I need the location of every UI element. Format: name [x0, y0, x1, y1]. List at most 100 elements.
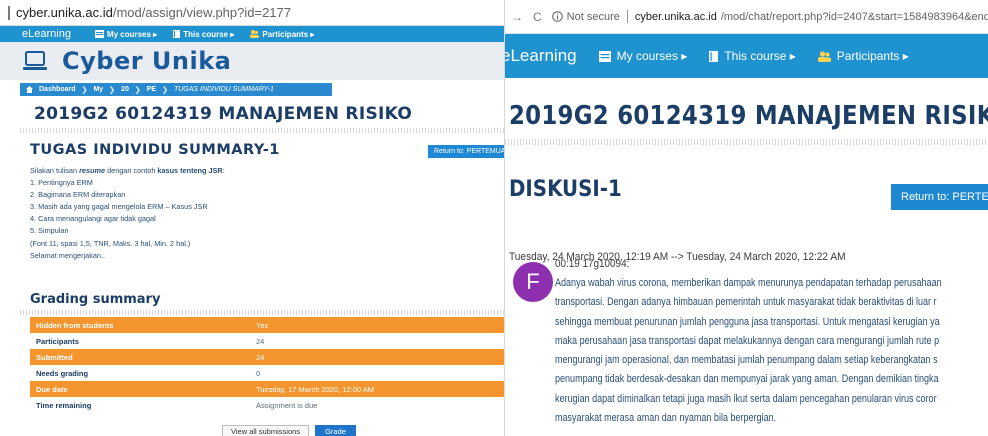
- table-row: Time remaining Assignment is due: [30, 397, 504, 413]
- row-key: Submitted: [30, 349, 250, 365]
- row-key: Hidden from students: [30, 317, 250, 333]
- message-line: transportasi. Dengan adanya himbauan pem…: [555, 296, 937, 309]
- course-icon: [709, 50, 719, 62]
- nav-this-course[interactable]: This course ▸: [709, 49, 796, 63]
- row-value: 24: [250, 349, 504, 365]
- nav-this-course-label: This course ▸: [183, 29, 235, 39]
- description-line: 3. Masih ada yang gagal mengelola ERM – …: [30, 202, 208, 212]
- grading-summary-table: Hidden from students Yes Participants 24 S…: [30, 317, 504, 413]
- divider: [20, 128, 504, 133]
- breadcrumb-separator-icon: ❯: [81, 86, 88, 94]
- breadcrumb-separator-icon: ❯: [162, 86, 168, 94]
- address-bar-divider: [626, 10, 628, 23]
- intro-emphasis-case: kasus tenteng JSR: [157, 166, 223, 175]
- top-navbar: eLearning My courses ▸ This course ▸ Par…: [0, 26, 504, 42]
- course-icon: [173, 30, 181, 38]
- row-value: 0: [250, 365, 504, 381]
- address-bar-divider: [8, 5, 10, 20]
- browser-toolbar: → C Not secure cyber.unika.ac.id/mod/cha…: [505, 0, 988, 34]
- breadcrumb-my[interactable]: My: [93, 86, 103, 93]
- nav-participants-label: Participants ▸: [262, 29, 315, 39]
- nav-my-courses-label: My courses ▸: [106, 29, 158, 39]
- row-key: Participants: [30, 333, 250, 349]
- table-row: Due date Tuesday, 17 March 2020, 12:00 AM: [30, 381, 504, 397]
- description-intro: Silakan tulisan resume dengan contoh kas…: [30, 165, 450, 177]
- reload-icon[interactable]: C: [533, 10, 542, 24]
- courses-icon: [94, 30, 104, 38]
- nav-my-courses[interactable]: My courses ▸: [598, 49, 687, 63]
- brand-link[interactable]: eLearning: [22, 28, 71, 40]
- intro-prefix: Silakan tulisan: [30, 166, 80, 175]
- table-row: Needs grading 0: [30, 365, 504, 381]
- breadcrumb-current[interactable]: TUGAS INDIVIDU SUMMARY-1: [174, 86, 274, 93]
- address-bar[interactable]: cyber.unika.ac.id/mod/assign/view.php?id…: [0, 0, 504, 26]
- assignment-description: Silakan tulisan resume dengan contoh kas…: [30, 165, 450, 262]
- nav-my-courses[interactable]: My courses ▸: [94, 29, 158, 39]
- avatar[interactable]: F: [513, 262, 553, 302]
- return-to-section-button[interactable]: Return to: PERTEMUAN: [891, 184, 988, 210]
- brand-link[interactable]: eLearning: [505, 46, 577, 66]
- url-host: cyber.unika.ac.id: [16, 5, 113, 20]
- table-row: Submitted 24: [30, 349, 504, 365]
- description-line: 2. Bagimana ERM diterapkan: [30, 190, 126, 200]
- row-key: Needs grading: [30, 365, 250, 381]
- nav-participants[interactable]: Participants ▸: [250, 30, 314, 39]
- divider: [20, 310, 504, 315]
- url-path: /mod/assign/view.php?id=2177: [112, 5, 291, 20]
- participants-icon: [250, 30, 260, 38]
- laptop-icon: [23, 51, 47, 70]
- message-meta: 00:19 17g10094:: [555, 258, 630, 270]
- site-header: Cyber Unika: [0, 42, 504, 80]
- address-bar[interactable]: Not secure cyber.unika.ac.id/mod/chat/re…: [551, 10, 988, 23]
- return-to-section-button[interactable]: Return to: PERTEMUAN: [428, 145, 504, 158]
- row-key: Due date: [30, 381, 250, 397]
- description-line: 1. Pentingnya ERM: [30, 178, 93, 188]
- chat-title: DISKUSI-1: [509, 177, 622, 202]
- chat-message: 00:19 17g10094: Adanya wabah virus coron…: [555, 258, 988, 428]
- nav-this-course-label: This course ▸: [724, 49, 796, 63]
- breadcrumb-dashboard[interactable]: Dashboard: [39, 86, 76, 93]
- nav-this-course[interactable]: This course ▸: [173, 30, 234, 39]
- info-icon: [551, 11, 563, 22]
- message-line: kerugian dapat diminalkan tetapi juga ma…: [555, 392, 937, 405]
- nav-participants-label: Participants ▸: [836, 49, 909, 63]
- breadcrumb-pe[interactable]: PE: [147, 86, 156, 93]
- address-url[interactable]: cyber.unika.ac.id/mod/assign/view.php?id…: [16, 5, 291, 20]
- submission-actions: View all submissions Grade: [222, 425, 356, 436]
- message-line: masyarakat merasa aman dan nyaman bila b…: [555, 412, 777, 425]
- course-title: 2019G2 60124319 MANAJEMEN RISIKO: [34, 104, 413, 124]
- message-line: penumpang tidak berdesak-desakan dan mem…: [555, 373, 939, 386]
- breadcrumb: Dashboard ❯ My ❯ 20 ❯ PE ❯ TUGAS INDIVID…: [20, 83, 332, 96]
- course-title: 2019G2 60124319 MANAJEMEN RISIKO: [509, 101, 988, 131]
- site-title[interactable]: Cyber Unika: [62, 47, 231, 75]
- intro-suffix: :: [222, 166, 225, 175]
- description-line: 5. Simpulan: [30, 226, 69, 236]
- breadcrumb-separator-icon: ❯: [109, 86, 116, 94]
- description-line: (Font 11, spasi 1,5, TNR, Maks. 3 hal, M…: [30, 238, 191, 248]
- row-value: Tuesday, 17 March 2020, 12:00 AM: [250, 381, 504, 397]
- row-value: Yes: [250, 317, 504, 333]
- top-navbar: eLearning My courses ▸ This course ▸ Par…: [505, 34, 988, 78]
- courses-icon: [598, 50, 611, 62]
- description-line: 4. Cara menangulangi agar tidak gagal: [30, 214, 156, 224]
- chat-report-window: → C Not secure cyber.unika.ac.id/mod/cha…: [505, 0, 988, 436]
- divider: [505, 139, 988, 145]
- description-line: Selamat mengerjakan..: [30, 250, 106, 260]
- home-icon: [26, 86, 33, 93]
- row-key: Time remaining: [30, 397, 250, 413]
- message-line: maka perusahaan jasa transportasi dapat …: [555, 334, 940, 347]
- assignment-title: TUGAS INDIVIDU SUMMARY-1: [30, 142, 280, 158]
- intro-emphasis-resume: resume: [79, 166, 106, 175]
- grade-button[interactable]: Grade: [315, 425, 356, 436]
- breadcrumb-separator-icon: ❯: [134, 86, 141, 94]
- not-secure-label: Not secure: [566, 10, 620, 23]
- nav-participants[interactable]: Participants ▸: [817, 49, 909, 63]
- message-line: mengurangi jam operasional, dan membatas…: [555, 354, 938, 367]
- view-all-submissions-button[interactable]: View all submissions: [222, 425, 310, 436]
- table-row: Participants 24: [30, 333, 504, 349]
- table-row: Hidden from students Yes: [30, 317, 504, 333]
- intro-mid: dengan contoh: [105, 166, 158, 175]
- message-line: Adanya wabah virus corona, memberikan da…: [555, 277, 942, 289]
- breadcrumb-20[interactable]: 20: [121, 86, 129, 93]
- back-arrow-icon[interactable]: →: [511, 10, 523, 24]
